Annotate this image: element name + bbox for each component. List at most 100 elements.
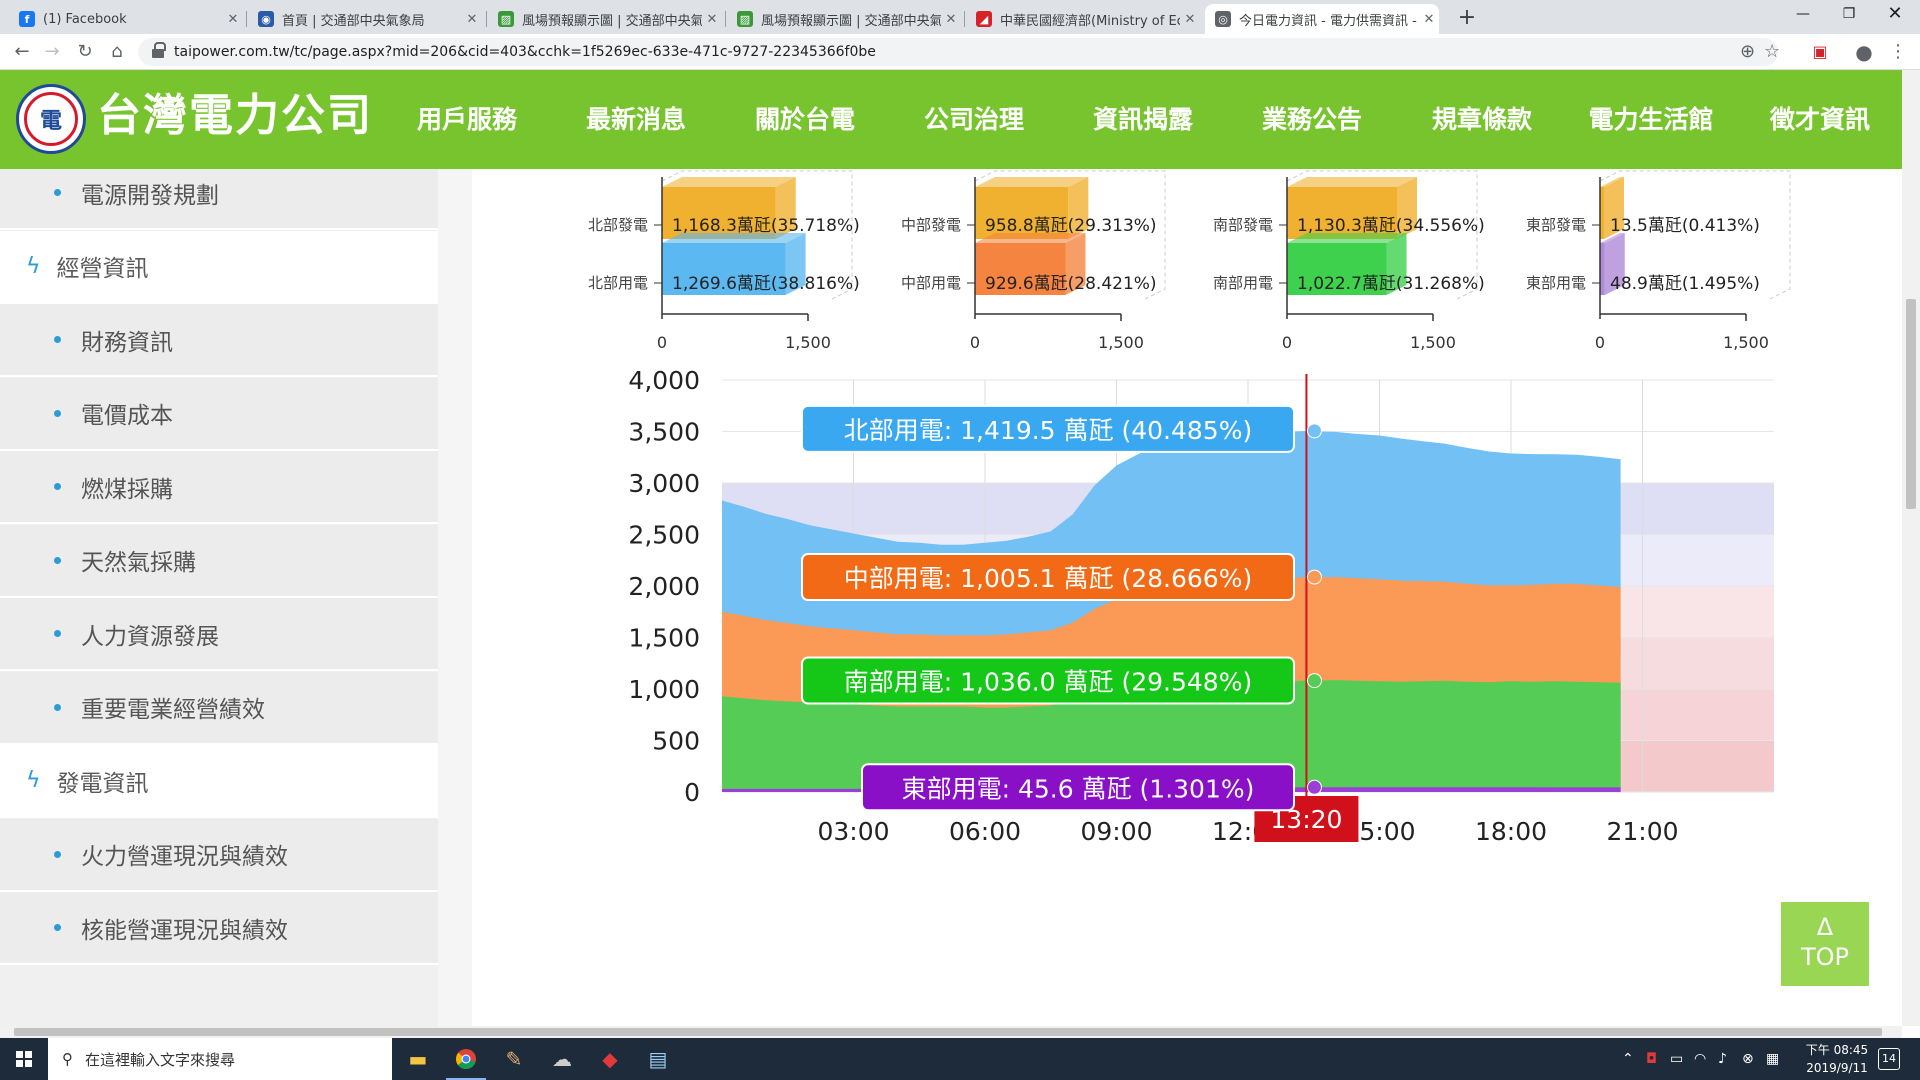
sidebar-item[interactable]: 財務資訊 — [0, 304, 438, 377]
series-marker — [1306, 673, 1322, 689]
sidebar-label: 發電資訊 — [56, 770, 149, 797]
paint-icon[interactable]: ✎ — [490, 1038, 538, 1080]
browser-tab[interactable]: ▨ 風場預報顯示圖 | 交通部中央氣象 ✕ — [727, 4, 961, 34]
generation-label: 南部發電 — [1213, 216, 1273, 234]
sidebar-item[interactable]: 電價成本 — [0, 377, 438, 451]
notepad-icon[interactable]: ▤ — [634, 1038, 682, 1080]
browser-tab[interactable]: ◢ 中華民國經濟部(Ministry of Econ✕ — [966, 4, 1200, 34]
taipower-logo[interactable]: 電 — [16, 84, 86, 154]
nav-menu-item[interactable]: 最新消息 — [556, 70, 716, 169]
bar-x-tick-label: 1,500 — [1723, 333, 1769, 352]
close-window-button[interactable]: ✕ — [1872, 0, 1918, 30]
cloud-icon[interactable]: ☁ — [538, 1038, 586, 1080]
sidebar-label: 核能營運現況與績效 — [81, 917, 288, 944]
consumption-value-label: 1,022.7萬瓩(31.268%) — [1297, 274, 1485, 294]
vertical-scroll-thumb[interactable] — [1906, 299, 1916, 509]
tab-close-icon[interactable]: ✕ — [462, 12, 482, 27]
tray-power-icon[interactable]: ▭ — [1670, 1038, 1683, 1080]
browser-tab[interactable]: ▨ 風場預報顯示圖 | 交通部中央氣象 ✕ — [488, 4, 722, 34]
windows-start-icon[interactable] — [0, 1038, 48, 1080]
y-tick-label: 1,500 — [628, 624, 700, 653]
forward-button[interactable]: → — [38, 38, 66, 66]
taskbar-search-box[interactable]: ⚲ 在這裡輸入文字來搜尋 — [48, 1038, 392, 1080]
y-tick-label: 0 — [684, 778, 700, 807]
notification-center-icon[interactable]: 14 — [1878, 1048, 1900, 1070]
x-tick-label: 21:00 — [1606, 817, 1678, 846]
sidebar-label: 重要電業經營績效 — [81, 697, 265, 723]
sidebar-item[interactable]: 電源開發規劃 — [0, 169, 438, 230]
sidebar-label: 財務資訊 — [81, 329, 173, 356]
sidebar-item[interactable]: 人力資源發展 — [0, 598, 438, 671]
sidebar-item[interactable]: 燃煤採購 — [0, 451, 438, 524]
nav-menu-item[interactable]: 徵才資訊 — [1740, 70, 1900, 169]
taskbar-clock[interactable]: 下午 08:45 2019/9/11 — [1792, 1041, 1882, 1077]
restore-button[interactable]: ❐ — [1826, 0, 1872, 30]
sidebar-item[interactable]: 重要電業經營績效 — [0, 671, 438, 745]
horizontal-scrollbar[interactable] — [0, 1026, 1902, 1038]
site-brand-name[interactable]: 台灣電力公司 — [97, 86, 373, 146]
back-button[interactable]: ← — [8, 38, 36, 66]
sidebar-label: 電源開發規劃 — [81, 182, 219, 209]
browser-tab[interactable]: ◎ 今日電力資訊 - 電力供需資訊 - 資 ✕ — [1205, 4, 1439, 34]
bullet-icon — [54, 336, 61, 343]
minimize-button[interactable]: — — [1780, 0, 1826, 30]
sidebar-category[interactable]: ϟ 經營資訊 — [0, 230, 438, 304]
tray-close-icon[interactable]: ⊗ — [1742, 1038, 1754, 1080]
bookmark-star-icon[interactable]: ☆ — [1764, 38, 1780, 66]
home-button[interactable]: ⌂ — [103, 38, 131, 66]
bullet-icon — [54, 703, 61, 711]
sidebar-category[interactable]: ϟ 發電資訊 — [0, 745, 438, 818]
generation-value-label: 13.5萬瓩(0.413%) — [1610, 216, 1760, 236]
taskbar-date: 2019/9/11 — [1806, 1061, 1868, 1075]
windows-taskbar: ⚲ 在這裡輸入文字來搜尋 ▬ ✎ ☁ ◆ ▤ ⌃ ◘ ▭ ◠ ♪ ⊗ ▦ 下午 … — [0, 1038, 1920, 1080]
vertical-scrollbar[interactable] — [1902, 70, 1920, 1026]
lightning-icon: ϟ — [26, 253, 41, 279]
chrome-icon[interactable] — [442, 1038, 490, 1080]
nav-menu-item[interactable]: 用戶服務 — [387, 70, 547, 169]
address-bar[interactable]: taipower.com.tw/tc/page.aspx?mid=206&cid… — [138, 38, 1780, 66]
bullet-icon — [54, 630, 61, 637]
nav-menu-item[interactable]: 規章條款 — [1402, 70, 1562, 169]
nav-menu-item[interactable]: 電力生活館 — [1571, 70, 1731, 169]
sidebar-item[interactable]: 火力營運現況與績效 — [0, 818, 438, 892]
back-to-top-button[interactable]: Δ TOP — [1781, 902, 1869, 986]
generation-value-label: 1,130.3萬瓩(34.556%) — [1297, 216, 1485, 236]
browser-menu-icon[interactable]: ⋮ — [1884, 38, 1912, 66]
tray-volume-icon[interactable]: ♪ — [1718, 1038, 1727, 1080]
tab-close-icon[interactable]: ✕ — [941, 12, 961, 27]
tab-separator — [725, 11, 726, 27]
sidebar-label: 電價成本 — [81, 403, 173, 429]
tray-ime-icon[interactable]: ▦ — [1766, 1038, 1779, 1080]
profile-avatar-icon[interactable]: ● — [1850, 38, 1878, 66]
nav-menu-item[interactable]: 資訊揭露 — [1063, 70, 1223, 169]
nav-menu-item[interactable]: 業務公告 — [1232, 70, 1392, 169]
sidebar: 電源開發規劃 ϟ 經營資訊財務資訊電價成本燃煤採購 天然氣採購 人力資源發展重要電業經營… — [0, 169, 438, 1026]
tray-network-icon[interactable]: ◠ — [1694, 1038, 1706, 1080]
new-tab-button[interactable]: + — [1453, 5, 1481, 33]
tab-close-icon[interactable]: ✕ — [223, 12, 243, 27]
sidebar-item[interactable]: 核能營運現況與績效 — [0, 892, 438, 965]
sidebar-item[interactable]: 天然氣採購 — [0, 524, 438, 598]
generation-bar-top — [662, 177, 796, 187]
reload-button[interactable]: ↻ — [71, 38, 99, 66]
tab-close-icon[interactable]: ✕ — [1180, 12, 1200, 27]
tray-chevron-icon[interactable]: ⌃ — [1622, 1038, 1634, 1080]
nav-menu-item[interactable]: 關於台電 — [725, 70, 885, 169]
bar-x-tick-label: 0 — [1595, 333, 1605, 352]
browser-tab[interactable]: ◉ 首頁 | 交通部中央氣象局 ✕ — [248, 4, 482, 34]
browser-tab[interactable]: f (1) Facebook ✕ — [9, 4, 243, 34]
tray-security-icon[interactable]: ◘ — [1646, 1038, 1657, 1080]
red-app-icon[interactable]: ◆ — [586, 1038, 634, 1080]
tab-separator — [486, 11, 487, 27]
file-explorer-icon[interactable]: ▬ — [394, 1038, 442, 1080]
tooltip-text: 南部用電: 1,036.0 萬瓩 (29.548%) — [844, 668, 1252, 697]
horizontal-scroll-thumb[interactable] — [14, 1028, 1882, 1036]
tab-close-icon[interactable]: ✕ — [702, 12, 722, 27]
tab-title: 首頁 | 交通部中央氣象局 — [282, 13, 425, 29]
zoom-icon[interactable]: ⊕ — [1740, 38, 1755, 66]
globe-icon: ◎ — [1215, 11, 1231, 27]
nav-menu-item[interactable]: 公司治理 — [894, 70, 1054, 169]
extension-icon[interactable]: ▣ — [1806, 38, 1834, 66]
tab-close-icon[interactable]: ✕ — [1419, 12, 1439, 27]
bar-x-tick-label: 0 — [657, 333, 667, 352]
